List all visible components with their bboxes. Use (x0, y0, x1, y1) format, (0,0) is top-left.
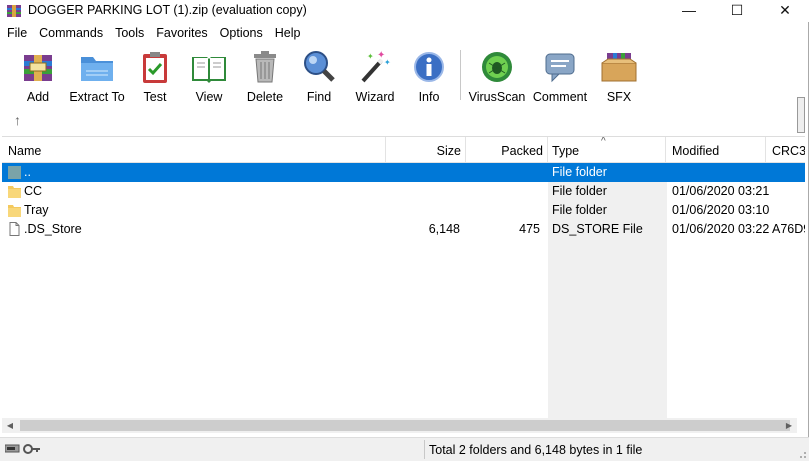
svg-text:✦: ✦ (384, 58, 391, 67)
row-modified: 01/06/2020 03:10 (672, 203, 770, 217)
info-label: Info (418, 90, 440, 104)
column-header-size[interactable]: Size (386, 137, 466, 163)
list-header: Name Size Packed Type Modified CRC32 ^ (2, 137, 805, 163)
list-row[interactable]: .DS_Store 6,148 475 DS_STORE File 01/06/… (2, 220, 805, 239)
row-crc32: A76D9 (772, 222, 805, 236)
add-archive-icon (24, 55, 52, 81)
test-label: Test (143, 90, 167, 104)
row-type: File folder (552, 184, 607, 198)
status-text: Total 2 folders and 6,148 bytes in 1 fil… (429, 443, 643, 457)
drive-and-key-icon[interactable] (5, 442, 41, 456)
row-type: DS_STORE File (552, 222, 643, 236)
delete-button[interactable]: Delete (245, 48, 285, 106)
test-button[interactable]: Test (136, 48, 174, 106)
maximize-button[interactable]: ☐ (714, 0, 760, 20)
horizontal-scrollbar[interactable]: ◀ ▶ (2, 418, 797, 433)
folder-icon (8, 186, 21, 198)
info-icon (414, 52, 444, 82)
file-list: Name Size Packed Type Modified CRC32 ^ .… (2, 136, 805, 419)
toolbar-separator (460, 50, 461, 100)
toolbar: Add Extract To Test View Delete Find ✦ ✦… (0, 44, 809, 108)
row-name: .. (24, 165, 31, 179)
trash-can-icon (254, 51, 276, 83)
view-label: View (195, 90, 223, 104)
status-separator (424, 440, 425, 459)
folder-icon (8, 205, 21, 217)
wizard-label: Wizard (355, 90, 395, 104)
sort-ascending-icon: ^ (601, 136, 606, 147)
list-row-parent[interactable]: .. File folder (2, 163, 805, 182)
column-header-modified[interactable]: Modified (666, 137, 766, 163)
virusscan-label: VirusScan (468, 90, 526, 104)
find-label: Find (306, 90, 332, 104)
extract-folder-icon (81, 57, 113, 81)
comment-label: Comment (532, 90, 588, 104)
file-icon (9, 222, 20, 236)
row-name: CC (24, 184, 43, 198)
extract-to-label: Extract To (69, 90, 125, 104)
scroll-left-icon[interactable]: ◀ (2, 418, 18, 433)
status-bar: Total 2 folders and 6,148 bytes in 1 fil… (0, 437, 809, 461)
menu-file[interactable]: File (0, 24, 33, 43)
row-name: .DS_Store (24, 222, 82, 236)
virus-scan-icon (482, 52, 512, 82)
extract-to-button[interactable]: Extract To (69, 48, 125, 106)
sfx-label: SFX (606, 90, 632, 104)
sfx-box-icon (601, 53, 637, 82)
menu-commands[interactable]: Commands (33, 24, 109, 43)
window-title: DOGGER PARKING LOT (1).zip (evaluation c… (28, 3, 307, 17)
magic-wand-icon: ✦ ✦ ✦ (361, 50, 391, 83)
add-button[interactable]: Add (18, 48, 58, 106)
svg-text:✦: ✦ (367, 52, 374, 61)
row-packed: 475 (519, 222, 540, 236)
wizard-button[interactable]: ✦ ✦ ✦ Wizard (355, 48, 395, 106)
row-modified: 01/06/2020 03:21 (672, 184, 770, 198)
delete-label: Delete (246, 90, 284, 104)
menu-favorites[interactable]: Favorites (150, 24, 213, 43)
toolbar-scrollbar[interactable] (797, 42, 805, 133)
toolbar-scroll-thumb[interactable] (797, 97, 805, 133)
magnifier-icon (304, 51, 335, 82)
scroll-right-icon[interactable]: ▶ (781, 418, 797, 433)
column-header-name[interactable]: Name (2, 137, 386, 163)
close-button[interactable]: ✕ (762, 0, 808, 20)
up-one-level-icon[interactable]: ↑ (14, 112, 21, 128)
column-header-packed[interactable]: Packed (466, 137, 548, 163)
list-row[interactable]: CC File folder 01/06/2020 03:21 (2, 182, 805, 201)
sfx-button[interactable]: SFX (598, 48, 640, 106)
info-button[interactable]: Info (411, 48, 447, 106)
winrar-window: DOGGER PARKING LOT (1).zip (evaluation c… (0, 0, 809, 461)
row-modified: 01/06/2020 03:22 (672, 222, 770, 236)
menu-options[interactable]: Options (214, 24, 269, 43)
parent-folder-icon (8, 166, 21, 179)
menu-tools[interactable]: Tools (109, 24, 150, 43)
find-button[interactable]: Find (300, 48, 338, 106)
book-icon (192, 57, 226, 83)
column-header-crc32[interactable]: CRC32 (766, 137, 805, 163)
virusscan-button[interactable]: VirusScan (468, 48, 526, 106)
resize-grip-icon[interactable] (797, 449, 807, 459)
clipboard-check-icon (143, 52, 167, 83)
menu-help[interactable]: Help (269, 24, 307, 43)
horizontal-scroll-thumb[interactable] (20, 420, 790, 431)
title-bar: DOGGER PARKING LOT (1).zip (evaluation c… (0, 0, 809, 22)
menu-bar: File Commands Tools Favorites Options He… (0, 24, 306, 43)
view-button[interactable]: View (188, 48, 230, 106)
comment-button[interactable]: Comment (532, 48, 588, 106)
list-row[interactable]: Tray File folder 01/06/2020 03:10 (2, 201, 805, 220)
winrar-app-icon (7, 5, 21, 17)
column-header-type[interactable]: Type (548, 137, 666, 163)
minimize-button[interactable]: — (666, 0, 712, 20)
row-type: File folder (552, 165, 607, 179)
row-name: Tray (24, 203, 49, 217)
row-type: File folder (552, 203, 607, 217)
row-size: 6,148 (428, 222, 460, 236)
add-label: Add (26, 90, 50, 104)
comment-bubble-icon (545, 53, 575, 83)
